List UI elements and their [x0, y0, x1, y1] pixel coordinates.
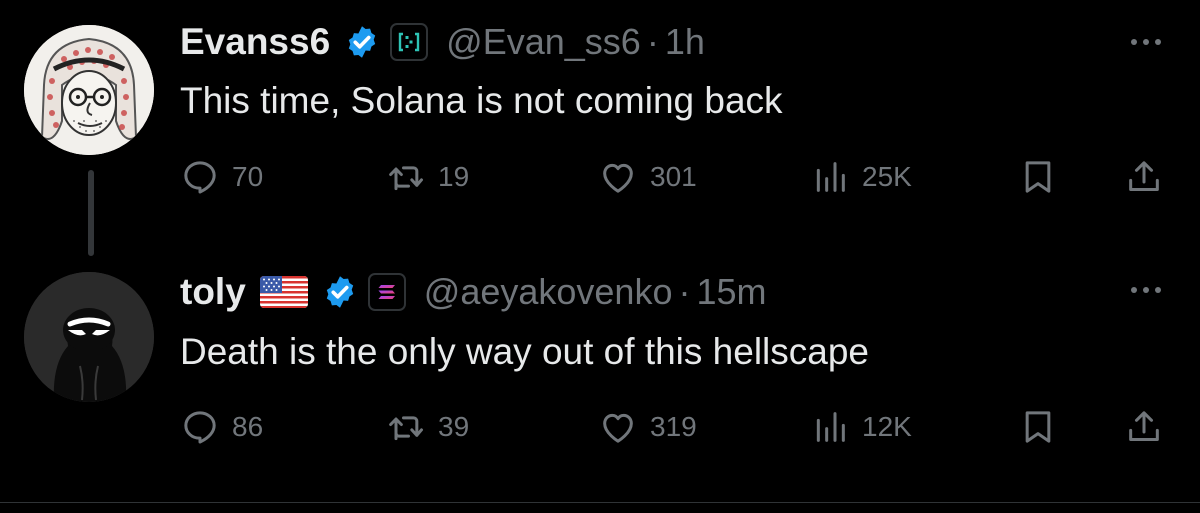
share-icon [1129, 161, 1159, 191]
tweet[interactable]: Evanss6 @Evan_ss6 · 1h This time, Solana… [0, 0, 1200, 230]
analytics-icon [816, 412, 845, 442]
like-button[interactable]: 301 [598, 152, 697, 202]
more-options-icon[interactable] [1126, 22, 1166, 62]
separator-dot: · [678, 271, 691, 312]
verified-badge-icon[interactable] [344, 24, 380, 60]
solana-logo-icon[interactable] [367, 273, 406, 311]
us-flag-icon [259, 276, 308, 308]
timestamp[interactable]: 15m [696, 271, 766, 313]
repost-button[interactable]: 19 [386, 152, 469, 202]
heart-icon [603, 413, 633, 443]
user-handle[interactable]: @Evan_ss6 [446, 21, 641, 63]
tweet[interactable]: toly @aeyakovenko · 15m Death is the onl… [0, 264, 1200, 500]
views-button[interactable]: 25K [810, 152, 912, 202]
tweet-header: Evanss6 @Evan_ss6 · 1h [180, 18, 705, 66]
bookmark-icon [1025, 411, 1051, 443]
analytics-icon [816, 162, 845, 192]
separator-dot: · [646, 21, 659, 62]
share-icon [1129, 411, 1159, 441]
display-name[interactable]: Evanss6 [180, 21, 330, 63]
repost-button[interactable]: 39 [386, 402, 469, 452]
heart-icon [603, 163, 633, 193]
repost-icon [389, 416, 423, 441]
reply-button[interactable]: 70 [180, 152, 263, 202]
affiliation-badge-icon[interactable] [390, 23, 429, 61]
tweet-text: This time, Solana is not coming back [180, 80, 783, 121]
repost-count: 19 [438, 161, 470, 192]
repost-count: 39 [438, 411, 470, 442]
reply-count: 70 [232, 161, 264, 192]
display-name[interactable]: toly [180, 271, 246, 313]
reply-icon [184, 161, 216, 194]
avatar-illustration [24, 272, 154, 402]
tweet-actions: 70 19 301 25K [180, 152, 1170, 202]
bookmark-button[interactable] [1018, 402, 1058, 452]
tweet-actions: 86 39 319 12K [180, 402, 1170, 452]
avatar-illustration [24, 25, 154, 155]
view-count: 25K [862, 161, 912, 192]
bookmark-icon [1025, 161, 1051, 193]
reply-icon [184, 411, 216, 444]
divider [0, 502, 1200, 503]
user-handle[interactable]: @aeyakovenko [424, 271, 673, 313]
tweet-text: Death is the only way out of this hellsc… [180, 331, 869, 372]
tweet-header: toly @aeyakovenko · 15m [180, 268, 767, 316]
share-button[interactable] [1124, 152, 1164, 202]
reply-count: 86 [232, 411, 264, 442]
like-count: 301 [650, 161, 697, 192]
bookmark-button[interactable] [1018, 152, 1058, 202]
repost-icon [389, 166, 423, 191]
more-options-icon[interactable] [1126, 270, 1166, 310]
avatar[interactable] [24, 272, 154, 402]
like-count: 319 [650, 411, 697, 442]
avatar[interactable] [24, 25, 154, 155]
like-button[interactable]: 319 [598, 402, 697, 452]
verified-badge-icon[interactable] [322, 274, 358, 310]
timestamp[interactable]: 1h [665, 21, 705, 63]
views-button[interactable]: 12K [810, 402, 912, 452]
reply-button[interactable]: 86 [180, 402, 263, 452]
share-button[interactable] [1124, 402, 1164, 452]
view-count: 12K [862, 411, 912, 442]
